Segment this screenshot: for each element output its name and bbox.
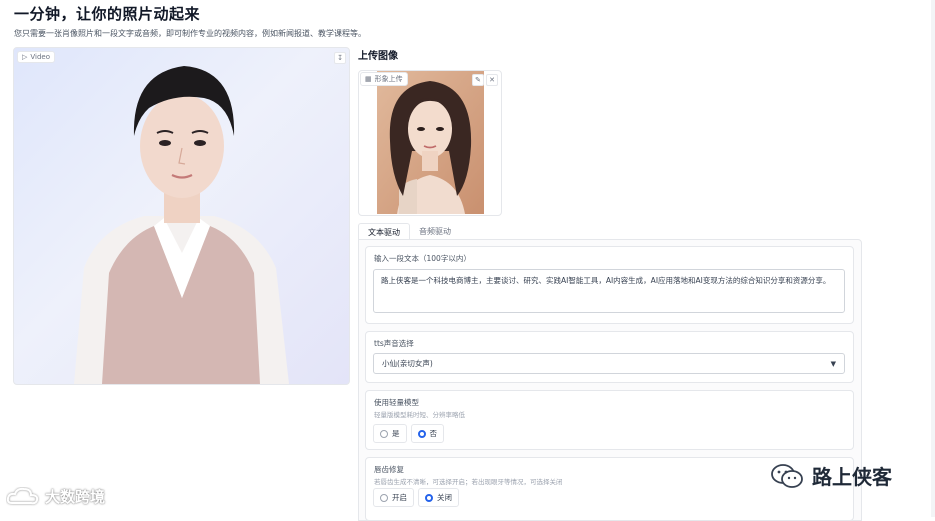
text-input-field[interactable]: 路上侠客是一个科技电商博主，主要谈讨、研究、实践AI智能工具，AI内容生成，AI…	[373, 269, 845, 313]
edit-icon[interactable]: ✎	[472, 74, 484, 86]
watermark-right: 路上侠客	[770, 461, 892, 490]
lip-fix-hint: 若唇齿生成不清晰，可选择开启；若出现眼牙等情况，可选择关闭	[374, 478, 563, 486]
light-model-option-yes[interactable]: 是	[373, 424, 407, 443]
lip-fix-option-on[interactable]: 开启	[373, 488, 414, 507]
light-model-block: 使用轻量模型 轻量版模型耗时短、分辨率略低 是 否	[365, 390, 854, 450]
light-model-label: 使用轻量模型	[374, 398, 419, 407]
radio-checked-icon	[417, 429, 426, 438]
tts-label: tts声音选择	[374, 339, 414, 348]
chevron-down-icon: ▼	[830, 359, 836, 368]
light-model-hint: 轻量版模型耗时短、分辨率略低	[374, 411, 465, 419]
uploaded-portrait	[377, 71, 484, 214]
lip-fix-option-label: 关闭	[437, 493, 452, 502]
tts-selected-value: 小仙(亲切女声)	[382, 359, 433, 368]
upload-image-label: 上传图像	[358, 51, 398, 62]
video-tag: ▷ Video	[17, 51, 56, 63]
tts-voice-select[interactable]: 小仙(亲切女声) ▼	[373, 353, 845, 374]
close-icon[interactable]: ✕	[486, 74, 498, 86]
video-camera-icon: ▷	[22, 53, 28, 61]
page-subtitle: 您只需要一张肖像照片和一段文字或音频，即可制作专业的视频内容，例如新闻报道、教学…	[14, 29, 366, 38]
light-model-option-no[interactable]: 否	[410, 424, 444, 443]
video-tag-label: Video	[30, 53, 51, 61]
download-icon[interactable]: ↧	[334, 52, 346, 64]
light-model-option-label: 是	[392, 429, 400, 438]
radio-checked-icon	[425, 493, 433, 502]
tts-block: tts声音选择 小仙(亲切女声) ▼	[365, 331, 854, 383]
light-model-option-label: 否	[429, 429, 438, 438]
radio-icon	[380, 493, 388, 502]
lip-fix-label: 唇齿修复	[374, 465, 404, 474]
watermark-right-text: 路上侠客	[812, 465, 892, 489]
image-tag: ▦ 形象上传	[360, 72, 408, 86]
video-player[interactable]: ▷ Video ↧	[13, 47, 350, 385]
radio-icon	[380, 429, 388, 438]
scrollbar[interactable]	[931, 0, 935, 517]
watermark-left-text: 大数跨境	[45, 488, 106, 506]
wechat-icon	[771, 463, 803, 488]
text-input-label: 输入一段文本（100字以内）	[374, 254, 471, 263]
avatar-video-frame	[74, 66, 289, 384]
text-input-block: 输入一段文本（100字以内） 路上侠客是一个科技电商博主，主要谈讨、研究、实践A…	[365, 246, 854, 324]
image-upload-box[interactable]: ▦ 形象上传 ✎ ✕	[358, 70, 502, 216]
watermark-left: 大数跨境	[6, 486, 105, 507]
image-tag-label: 形象上传	[374, 75, 403, 83]
lip-fix-option-off[interactable]: 关闭	[418, 488, 459, 507]
cloud-logo-icon	[6, 487, 39, 504]
page-title: 一分钟，让你的照片动起来	[14, 5, 201, 23]
lip-fix-option-label: 开启	[392, 493, 407, 502]
image-icon: ▦	[365, 75, 372, 83]
